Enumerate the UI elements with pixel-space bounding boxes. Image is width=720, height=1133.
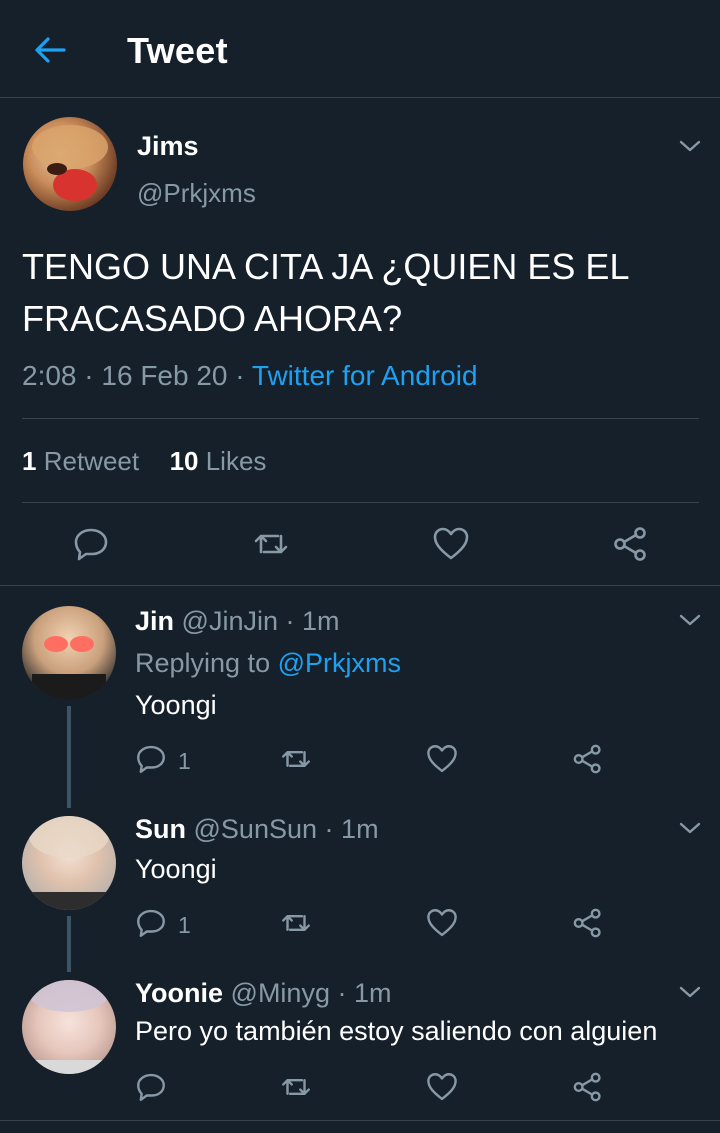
share-icon <box>573 908 601 938</box>
reply-text: Pero yo también estoy saliendo con algui… <box>135 1016 658 1046</box>
divider <box>0 1120 720 1121</box>
reply-time: 1m <box>302 606 340 636</box>
tweet-meta: 2:08 · 16 Feb 20 · Twitter for Android <box>22 360 478 392</box>
tweet-options-button[interactable] <box>678 984 702 1000</box>
like-count: 10 <box>169 446 199 476</box>
tweet-text: TENGO UNA CITA JA ¿QUIEN ES EL FRACASADO… <box>22 246 629 339</box>
retweet-icon <box>282 915 310 931</box>
reply-author-handle[interactable]: @JinJin <box>182 606 278 636</box>
heart-icon <box>427 909 457 937</box>
retweet-button[interactable] <box>251 524 291 564</box>
page-title: Tweet <box>127 30 228 71</box>
like-button[interactable] <box>431 524 471 564</box>
heart-icon <box>427 745 457 773</box>
reply-button[interactable] <box>134 906 168 940</box>
chevron-down-icon <box>679 614 701 626</box>
heart-icon <box>427 1073 457 1101</box>
chevron-down-icon <box>679 822 701 834</box>
reply-button[interactable] <box>71 524 111 564</box>
retweets-link[interactable]: 1 Retweet <box>22 446 139 476</box>
reply-author-name[interactable]: Jin <box>135 606 174 636</box>
divider <box>22 502 699 503</box>
thread-line <box>67 706 71 808</box>
retweet-button[interactable] <box>279 742 313 776</box>
retweet-icon <box>282 1079 310 1095</box>
reply-time: 1m <box>341 814 379 844</box>
reply-button[interactable] <box>134 1070 168 1104</box>
chevron-down-icon <box>679 986 701 998</box>
share-button[interactable] <box>571 906 605 940</box>
reply-header: Jin @JinJin · 1m <box>135 606 340 637</box>
like-button[interactable] <box>425 742 459 776</box>
share-button[interactable] <box>571 742 605 776</box>
reply-author-handle[interactable]: @SunSun <box>194 814 318 844</box>
thread-line <box>67 916 71 972</box>
reply-text: Yoongi <box>135 690 217 720</box>
meta-separator: · <box>324 814 334 844</box>
avatar[interactable] <box>23 117 117 211</box>
avatar[interactable] <box>22 980 116 1074</box>
share-button[interactable] <box>611 524 651 564</box>
divider <box>22 418 699 419</box>
tweet-time: 2:08 <box>22 360 77 391</box>
retweet-button[interactable] <box>279 1070 313 1104</box>
meta-separator: · <box>337 978 347 1008</box>
meta-separator: · <box>235 360 245 391</box>
likes-link[interactable]: 10 Likes <box>170 446 267 476</box>
main-tweet: Jims @Prkjxms TENGO UNA CITA JA ¿QUIEN E… <box>0 98 720 586</box>
reply-count: 1 <box>178 912 191 938</box>
retweet-button[interactable] <box>279 906 313 940</box>
tweet-options-button[interactable] <box>678 820 702 836</box>
reply-author-name[interactable]: Yoonie <box>135 978 223 1008</box>
avatar[interactable] <box>22 606 116 700</box>
reply-tweet[interactable]: Sun @SunSun · 1m Yoongi 1 <box>0 808 720 972</box>
reply-icon <box>137 1073 165 1101</box>
share-icon <box>614 527 646 561</box>
like-button[interactable] <box>425 1070 459 1104</box>
retweet-label: Retweet <box>43 446 140 476</box>
meta-separator: · <box>285 606 295 636</box>
reply-author-name[interactable]: Sun <box>135 814 186 844</box>
reply-icon <box>137 909 165 937</box>
header-bar: Tweet <box>0 0 720 98</box>
share-icon <box>573 744 601 774</box>
reply-count: 1 <box>178 748 191 774</box>
replying-to-label: Replying to <box>135 648 271 678</box>
reply-header: Yoonie @Minyg · 1m <box>135 978 392 1009</box>
replying-to-handle[interactable]: @Prkjxms <box>278 648 401 678</box>
back-button[interactable] <box>30 30 70 70</box>
share-button[interactable] <box>571 1070 605 1104</box>
avatar[interactable] <box>22 816 116 910</box>
tweet-options-button[interactable] <box>678 612 702 628</box>
retweet-count: 1 <box>22 446 37 476</box>
engagement-counts: 1 Retweet 10 Likes <box>22 446 266 477</box>
share-icon <box>573 1072 601 1102</box>
reply-button[interactable] <box>134 742 168 776</box>
back-arrow-icon <box>35 37 66 63</box>
reply-time: 1m <box>354 978 392 1008</box>
author-name[interactable]: Jims <box>137 131 199 162</box>
reply-header: Sun @SunSun · 1m <box>135 814 379 845</box>
reply-tweet[interactable]: Jin @JinJin · 1m Replying to @Prkjxms Yo… <box>0 586 720 808</box>
reply-tweet[interactable]: Yoonie @Minyg · 1m Pero yo también estoy… <box>0 972 720 1120</box>
tweet-date: 16 Feb 20 <box>101 360 228 391</box>
retweet-icon <box>282 751 310 767</box>
author-handle[interactable]: @Prkjxms <box>137 178 256 209</box>
tweet-options-button[interactable] <box>678 138 702 154</box>
reply-text: Yoongi <box>135 854 217 884</box>
replying-to: Replying to @Prkjxms <box>135 648 401 679</box>
reply-icon <box>137 745 165 773</box>
meta-separator: · <box>84 360 94 391</box>
retweet-icon <box>254 534 288 554</box>
reply-icon <box>74 528 108 561</box>
like-label: Likes <box>205 446 267 476</box>
tweet-source-link[interactable]: Twitter for Android <box>252 360 478 391</box>
chevron-down-icon <box>679 140 701 152</box>
reply-author-handle[interactable]: @Minyg <box>231 978 330 1008</box>
heart-icon <box>433 527 469 560</box>
like-button[interactable] <box>425 906 459 940</box>
